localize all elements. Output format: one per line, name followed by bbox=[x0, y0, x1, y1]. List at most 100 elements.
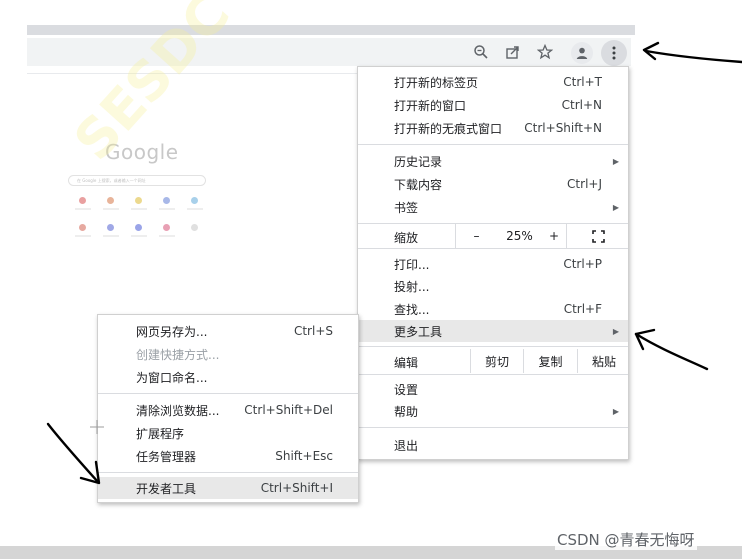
cut-button[interactable]: 剪切 bbox=[470, 349, 523, 373]
submenu-arrow-icon: ▶ bbox=[612, 202, 619, 212]
shortcut-tile-icon[interactable] bbox=[107, 224, 114, 231]
menu-item-extensions[interactable]: 扩展程序 bbox=[98, 422, 358, 444]
edit-label: 编辑 bbox=[394, 356, 419, 370]
shortcut-tile-icon[interactable] bbox=[79, 224, 86, 231]
annotation-arrow-more-tools bbox=[634, 328, 709, 371]
ntp-search-box[interactable]: 在 Google 上搜索，或者输入一个网址 bbox=[68, 175, 206, 186]
annotation-arrow-kebab bbox=[642, 41, 742, 64]
menu-item-history[interactable]: 历史记录 ▶ bbox=[358, 150, 628, 172]
zoom-label: 缩放 bbox=[394, 231, 419, 245]
shortcut-label bbox=[103, 235, 119, 237]
shortcut-tile-icon[interactable] bbox=[107, 197, 114, 204]
menu-item-shortcut: Ctrl+J bbox=[567, 177, 602, 191]
menu-item-label: 设置 bbox=[394, 382, 419, 397]
shortcut-label bbox=[187, 208, 203, 210]
menu-item-label: 下载内容 bbox=[394, 177, 443, 192]
more-tools-submenu: 网页另存为... Ctrl+S 创建快捷方式... 为窗口命名... 清除浏览数… bbox=[97, 314, 359, 503]
menu-item-cast[interactable]: 投射... bbox=[358, 275, 628, 297]
menu-item-label: 扩展程序 bbox=[136, 426, 185, 441]
menu-item-label: 打开新的无痕式窗口 bbox=[394, 121, 503, 136]
shortcut-tile-icon[interactable] bbox=[163, 197, 170, 204]
menu-item-label: 书签 bbox=[394, 200, 419, 215]
menu-item-label: 为窗口命名... bbox=[136, 370, 208, 385]
paste-button[interactable]: 粘贴 bbox=[577, 349, 630, 373]
google-logo: Google bbox=[105, 140, 179, 164]
zoom-out-icon[interactable] bbox=[471, 42, 491, 62]
add-shortcut-icon[interactable] bbox=[191, 224, 198, 231]
fullscreen-icon bbox=[592, 229, 605, 243]
menu-item-exit[interactable]: 退出 bbox=[358, 434, 628, 456]
menu-item-downloads[interactable]: 下载内容 Ctrl+J bbox=[358, 173, 628, 195]
zoom-value: 25% bbox=[506, 229, 533, 243]
page-divider bbox=[27, 73, 357, 74]
shortcut-tile-icon[interactable] bbox=[135, 224, 142, 231]
menu-separator bbox=[358, 346, 628, 347]
menu-item-new-incognito[interactable]: 打开新的无痕式窗口 Ctrl+Shift+N bbox=[358, 117, 628, 139]
menu-item-new-window[interactable]: 打开新的窗口 Ctrl+N bbox=[358, 94, 628, 116]
shortcut-label bbox=[75, 208, 91, 210]
menu-item-print[interactable]: 打印... Ctrl+P bbox=[358, 253, 628, 275]
menu-item-save-page[interactable]: 网页另存为... Ctrl+S bbox=[98, 320, 358, 342]
shortcut-label bbox=[159, 208, 175, 210]
paste-label: 粘贴 bbox=[591, 354, 616, 369]
menu-item-label: 网页另存为... bbox=[136, 324, 208, 339]
menu-separator bbox=[358, 248, 628, 249]
menu-item-label: 查找... bbox=[394, 302, 430, 317]
menu-item-task-manager[interactable]: 任务管理器 Shift+Esc bbox=[98, 445, 358, 467]
copy-button[interactable]: 复制 bbox=[523, 349, 577, 373]
menu-zoom-row: 缩放 – 25% + bbox=[358, 224, 628, 248]
menu-separator bbox=[98, 393, 358, 394]
menu-separator bbox=[358, 374, 628, 375]
shortcut-tile-icon[interactable] bbox=[191, 197, 198, 204]
menu-item-dev-tools[interactable]: 开发者工具 Ctrl+Shift+I bbox=[98, 477, 358, 499]
menu-item-find[interactable]: 查找... Ctrl+F bbox=[358, 298, 628, 320]
share-icon[interactable] bbox=[503, 42, 523, 62]
menu-item-label: 打开新的窗口 bbox=[394, 98, 467, 113]
menu-item-label: 投射... bbox=[394, 279, 430, 294]
menu-item-more-tools[interactable]: 更多工具 ▶ bbox=[358, 320, 628, 342]
zoom-out-button[interactable]: – bbox=[455, 224, 497, 248]
shortcut-tile-icon[interactable] bbox=[163, 224, 170, 231]
menu-separator bbox=[358, 427, 628, 428]
menu-separator bbox=[358, 144, 628, 145]
menu-item-label: 更多工具 bbox=[394, 324, 443, 339]
menu-item-label: 开发者工具 bbox=[136, 481, 197, 496]
kebab-menu-icon[interactable] bbox=[601, 40, 627, 66]
shortcut-tile-icon[interactable] bbox=[135, 197, 142, 204]
bookmark-star-icon[interactable] bbox=[535, 42, 555, 62]
zoom-in-button[interactable]: + bbox=[542, 224, 566, 248]
menu-item-help[interactable]: 帮助 ▶ bbox=[358, 400, 628, 422]
profile-icon[interactable] bbox=[571, 42, 593, 64]
annotation-arrow-dev-tools bbox=[46, 422, 101, 485]
shortcut-label bbox=[159, 235, 175, 237]
menu-item-bookmarks[interactable]: 书签 ▶ bbox=[358, 196, 628, 218]
menu-item-label: 任务管理器 bbox=[136, 449, 197, 464]
cut-label: 剪切 bbox=[484, 354, 509, 369]
tab-strip bbox=[27, 25, 635, 35]
menu-item-create-shortcut[interactable]: 创建快捷方式... bbox=[98, 343, 358, 365]
menu-item-shortcut: Ctrl+N bbox=[561, 98, 602, 112]
menu-item-new-tab[interactable]: 打开新的标签页 Ctrl+T bbox=[358, 71, 628, 93]
shortcut-label bbox=[75, 235, 91, 237]
submenu-arrow-icon: ▶ bbox=[612, 326, 619, 336]
menu-item-shortcut: Ctrl+F bbox=[563, 302, 602, 316]
menu-item-settings[interactable]: 设置 bbox=[358, 378, 628, 400]
copy-label: 复制 bbox=[538, 354, 563, 369]
menu-item-shortcut: Ctrl+Shift+N bbox=[524, 121, 602, 135]
zoom-level: 25% bbox=[497, 224, 542, 248]
fullscreen-button[interactable] bbox=[566, 224, 630, 248]
menu-item-name-window[interactable]: 为窗口命名... bbox=[98, 366, 358, 388]
shortcut-label bbox=[103, 208, 119, 210]
submenu-arrow-icon: ▶ bbox=[612, 406, 619, 416]
menu-edit-row: 编辑 剪切 复制 粘贴 bbox=[358, 349, 628, 373]
menu-item-label: 清除浏览数据... bbox=[136, 403, 220, 418]
chrome-main-menu: 打开新的标签页 Ctrl+T 打开新的窗口 Ctrl+N 打开新的无痕式窗口 C… bbox=[357, 66, 629, 460]
menu-item-shortcut: Ctrl+P bbox=[563, 257, 602, 271]
shortcut-label bbox=[131, 208, 147, 210]
menu-separator bbox=[98, 472, 358, 473]
menu-item-clear-data[interactable]: 清除浏览数据... Ctrl+Shift+Del bbox=[98, 399, 358, 421]
menu-item-label: 历史记录 bbox=[394, 154, 443, 169]
shortcut-tile-icon[interactable] bbox=[79, 197, 86, 204]
menu-item-label: 打印... bbox=[394, 257, 430, 272]
menu-item-label: 创建快捷方式... bbox=[136, 347, 220, 362]
